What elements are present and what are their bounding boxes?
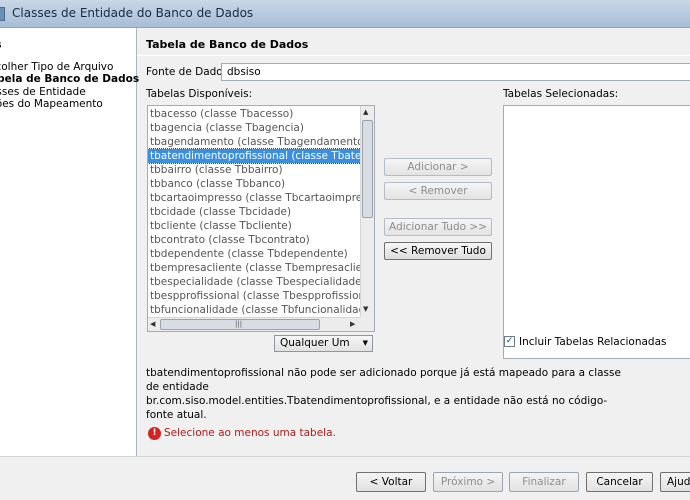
window-title: Classes de Entidade do Banco de Dados [12, 6, 254, 20]
table-row[interactable]: tbespecialidade (classe Tbespecialidade) [148, 275, 361, 289]
scroll-left-icon[interactable]: ◀ [150, 320, 155, 328]
step-mapping-options: ções do Mapeamento [0, 98, 103, 110]
info-message: tbatendimentoprofissional não pode ser a… [146, 366, 626, 422]
list-horizontal-scrollbar[interactable]: ◀ ||| ▶ [148, 317, 361, 331]
table-row[interactable]: tbespprofissional (classe Tbespprofissio… [148, 289, 361, 303]
table-filter-value: Qualquer Um [280, 337, 350, 349]
include-related-label[interactable]: Incluir Tabelas Relacionadas [519, 336, 666, 348]
table-row[interactable]: tbcontrato (classe Tbcontrato) [148, 233, 361, 247]
step-choose-file-type: scolher Tipo de Arquivo [0, 61, 114, 73]
step-database-tables: abela de Banco de Dados [0, 73, 140, 85]
table-row[interactable]: tbcliente (classe Tbcliente) [148, 219, 361, 233]
table-filter-select[interactable]: Qualquer Um ▼ [274, 335, 373, 352]
table-row[interactable]: tbempresacliente (classe Tbempresaclient… [148, 261, 361, 275]
vertical-scroll-thumb[interactable] [362, 120, 373, 218]
back-button[interactable]: < Voltar [356, 472, 426, 492]
info-line-1: tbatendimentoprofissional não pode ser a… [146, 367, 621, 393]
title-separator [137, 55, 690, 56]
list-vertical-scrollbar[interactable]: ▲ ▼ [360, 106, 374, 317]
table-row-selected[interactable]: tbatendimentoprofissional (classe Tbaten… [148, 148, 362, 164]
panel-title: Tabela de Banco de Dados [146, 38, 309, 51]
step-entity-classes: asses de Entidade [0, 86, 86, 98]
scroll-grip-icon: ||| [235, 320, 243, 328]
table-row[interactable]: tbbanco (classe Tbbanco) [148, 177, 361, 191]
wizard-steps-pane: s scolher Tipo de Arquivo abela de Banco… [0, 28, 140, 456]
table-row[interactable]: tbbairro (classe Tbbairro) [148, 163, 361, 177]
scroll-corner [360, 317, 374, 331]
add-all-button[interactable]: Adicionar Tudo >> [384, 218, 492, 236]
app-icon [0, 7, 5, 21]
scroll-right-icon[interactable]: ▶ [350, 320, 355, 328]
table-row[interactable]: tbagencia (classe Tbagencia) [148, 121, 361, 135]
table-row[interactable]: tbcidade (classe Tbcidade) [148, 205, 361, 219]
selected-tables-list[interactable] [503, 105, 690, 359]
help-button[interactable]: Ajuda [660, 472, 690, 492]
cancel-button[interactable]: Cancelar [586, 472, 653, 492]
window-titlebar[interactable]: Classes de Entidade do Banco de Dados [0, 0, 690, 28]
wizard-footer: < Voltar Próximo > Finalizar Cancelar Aj… [0, 456, 690, 500]
finish-button[interactable]: Finalizar [509, 472, 579, 492]
add-button[interactable]: Adicionar > [384, 158, 492, 176]
datasource-label: Fonte de Dados: [146, 66, 232, 78]
scroll-down-icon[interactable]: ▼ [363, 305, 368, 313]
datasource-value: dbsiso [227, 66, 261, 78]
selected-tables-label: Tabelas Selecionadas: [503, 88, 619, 100]
remove-all-button[interactable]: << Remover Tudo [384, 242, 492, 260]
horizontal-scroll-thumb[interactable]: ||| [160, 319, 320, 330]
table-row[interactable]: tbcartaoimpresso (classe Tbcartaoimpress… [148, 191, 361, 205]
wizard-content: Tabela de Banco de Dados Fonte de Dados:… [137, 28, 690, 456]
error-icon: ! [148, 427, 161, 440]
chevron-down-icon: ▼ [362, 339, 368, 347]
error-message: Selecione ao menos uma tabela. [164, 427, 336, 439]
table-row[interactable]: tbdependente (classe Tbdependente) [148, 247, 361, 261]
include-related-checkbox[interactable]: ✓ [504, 336, 515, 347]
table-row[interactable]: tbfuncionalidade (classe Tbfuncionalidad… [148, 303, 361, 317]
datasource-select[interactable]: dbsiso [221, 63, 690, 81]
table-row[interactable]: tbagendamento (classe Tbagendamento) [148, 135, 361, 149]
table-row[interactable]: tbacesso (classe Tbacesso) [148, 107, 361, 121]
available-tables-label: Tabelas Disponíveis: [146, 88, 253, 100]
info-line-2: br.com.siso.model.entities.Tbatendimento… [146, 395, 608, 421]
available-tables-list[interactable]: tbacesso (classe Tbacesso) tbagencia (cl… [147, 105, 375, 332]
remove-button[interactable]: < Remover [384, 182, 492, 200]
next-button[interactable]: Próximo > [433, 472, 503, 492]
scroll-up-icon[interactable]: ▲ [363, 108, 368, 116]
steps-heading: s [0, 38, 2, 51]
